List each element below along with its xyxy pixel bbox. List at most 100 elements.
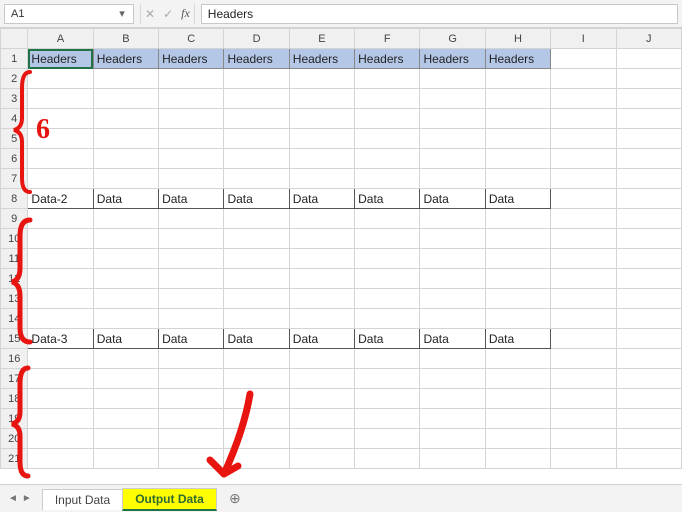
cell-B9[interactable] bbox=[93, 209, 158, 229]
cell-F20[interactable] bbox=[355, 429, 420, 449]
cell-B21[interactable] bbox=[93, 449, 158, 469]
row-header-11[interactable]: 11 bbox=[1, 249, 28, 269]
cell-G14[interactable] bbox=[420, 309, 485, 329]
row-header-14[interactable]: 14 bbox=[1, 309, 28, 329]
cell-F17[interactable] bbox=[355, 369, 420, 389]
cell-I16[interactable] bbox=[551, 349, 616, 369]
cell-A11[interactable] bbox=[28, 249, 93, 269]
cell-A6[interactable] bbox=[28, 149, 93, 169]
row-header-10[interactable]: 10 bbox=[1, 229, 28, 249]
cell-F19[interactable] bbox=[355, 409, 420, 429]
cell-C5[interactable] bbox=[159, 129, 224, 149]
cell-J4[interactable] bbox=[616, 109, 682, 129]
cell-D14[interactable] bbox=[224, 309, 289, 329]
cell-J15[interactable] bbox=[616, 329, 682, 349]
row-header-13[interactable]: 13 bbox=[1, 289, 28, 309]
cell-G8[interactable]: Data bbox=[420, 189, 485, 209]
cell-F6[interactable] bbox=[355, 149, 420, 169]
cell-E13[interactable] bbox=[289, 289, 354, 309]
cell-F4[interactable] bbox=[355, 109, 420, 129]
cell-B3[interactable] bbox=[93, 89, 158, 109]
cell-J9[interactable] bbox=[616, 209, 682, 229]
cell-D19[interactable] bbox=[224, 409, 289, 429]
cell-I15[interactable] bbox=[551, 329, 616, 349]
cell-A2[interactable] bbox=[28, 69, 93, 89]
cell-E10[interactable] bbox=[289, 229, 354, 249]
row-header-2[interactable]: 2 bbox=[1, 69, 28, 89]
cell-B4[interactable] bbox=[93, 109, 158, 129]
cell-E8[interactable]: Data bbox=[289, 189, 354, 209]
cell-J5[interactable] bbox=[616, 129, 682, 149]
cell-G12[interactable] bbox=[420, 269, 485, 289]
cell-C14[interactable] bbox=[159, 309, 224, 329]
cell-B7[interactable] bbox=[93, 169, 158, 189]
col-header-D[interactable]: D bbox=[224, 29, 289, 49]
cell-G9[interactable] bbox=[420, 209, 485, 229]
cell-C2[interactable] bbox=[159, 69, 224, 89]
cell-B8[interactable]: Data bbox=[93, 189, 158, 209]
name-box[interactable]: A1 ▾ bbox=[4, 4, 134, 24]
cell-G5[interactable] bbox=[420, 129, 485, 149]
cell-H20[interactable] bbox=[485, 429, 550, 449]
cell-A20[interactable] bbox=[28, 429, 93, 449]
cell-D12[interactable] bbox=[224, 269, 289, 289]
cell-H5[interactable] bbox=[485, 129, 550, 149]
cell-A19[interactable] bbox=[28, 409, 93, 429]
cell-I12[interactable] bbox=[551, 269, 616, 289]
row-header-3[interactable]: 3 bbox=[1, 89, 28, 109]
cell-D15[interactable]: Data bbox=[224, 329, 289, 349]
cell-E6[interactable] bbox=[289, 149, 354, 169]
cell-G2[interactable] bbox=[420, 69, 485, 89]
cell-D6[interactable] bbox=[224, 149, 289, 169]
cell-A18[interactable] bbox=[28, 389, 93, 409]
row-header-5[interactable]: 5 bbox=[1, 129, 28, 149]
cell-D5[interactable] bbox=[224, 129, 289, 149]
row-header-12[interactable]: 12 bbox=[1, 269, 28, 289]
cell-E11[interactable] bbox=[289, 249, 354, 269]
cell-A14[interactable] bbox=[28, 309, 93, 329]
cell-E19[interactable] bbox=[289, 409, 354, 429]
cell-B17[interactable] bbox=[93, 369, 158, 389]
row-header-17[interactable]: 17 bbox=[1, 369, 28, 389]
cell-H7[interactable] bbox=[485, 169, 550, 189]
cell-G1[interactable]: Headers bbox=[420, 49, 485, 69]
cell-I14[interactable] bbox=[551, 309, 616, 329]
cell-F9[interactable] bbox=[355, 209, 420, 229]
cell-I7[interactable] bbox=[551, 169, 616, 189]
cell-A1[interactable]: Headers bbox=[28, 49, 93, 69]
cell-E20[interactable] bbox=[289, 429, 354, 449]
cell-I5[interactable] bbox=[551, 129, 616, 149]
cell-H1[interactable]: Headers bbox=[485, 49, 550, 69]
chevron-down-icon[interactable]: ▾ bbox=[117, 7, 127, 20]
col-header-A[interactable]: A bbox=[28, 29, 93, 49]
cell-F18[interactable] bbox=[355, 389, 420, 409]
cell-D9[interactable] bbox=[224, 209, 289, 229]
cell-F16[interactable] bbox=[355, 349, 420, 369]
cell-J20[interactable] bbox=[616, 429, 682, 449]
cell-C1[interactable]: Headers bbox=[159, 49, 224, 69]
cell-E16[interactable] bbox=[289, 349, 354, 369]
cell-F10[interactable] bbox=[355, 229, 420, 249]
enter-icon[interactable]: ✓ bbox=[163, 7, 173, 21]
cell-B14[interactable] bbox=[93, 309, 158, 329]
cell-C8[interactable]: Data bbox=[159, 189, 224, 209]
cell-J14[interactable] bbox=[616, 309, 682, 329]
row-header-21[interactable]: 21 bbox=[1, 449, 28, 469]
tab-input-data[interactable]: Input Data bbox=[42, 489, 123, 510]
cell-J17[interactable] bbox=[616, 369, 682, 389]
row-header-6[interactable]: 6 bbox=[1, 149, 28, 169]
cell-J2[interactable] bbox=[616, 69, 682, 89]
cell-F15[interactable]: Data bbox=[355, 329, 420, 349]
cell-J13[interactable] bbox=[616, 289, 682, 309]
cell-I11[interactable] bbox=[551, 249, 616, 269]
cell-I17[interactable] bbox=[551, 369, 616, 389]
cell-C17[interactable] bbox=[159, 369, 224, 389]
row-header-20[interactable]: 20 bbox=[1, 429, 28, 449]
col-header-G[interactable]: G bbox=[420, 29, 485, 49]
cell-C16[interactable] bbox=[159, 349, 224, 369]
cell-C7[interactable] bbox=[159, 169, 224, 189]
cell-J12[interactable] bbox=[616, 269, 682, 289]
cell-F12[interactable] bbox=[355, 269, 420, 289]
cell-H8[interactable]: Data bbox=[485, 189, 550, 209]
cell-G7[interactable] bbox=[420, 169, 485, 189]
